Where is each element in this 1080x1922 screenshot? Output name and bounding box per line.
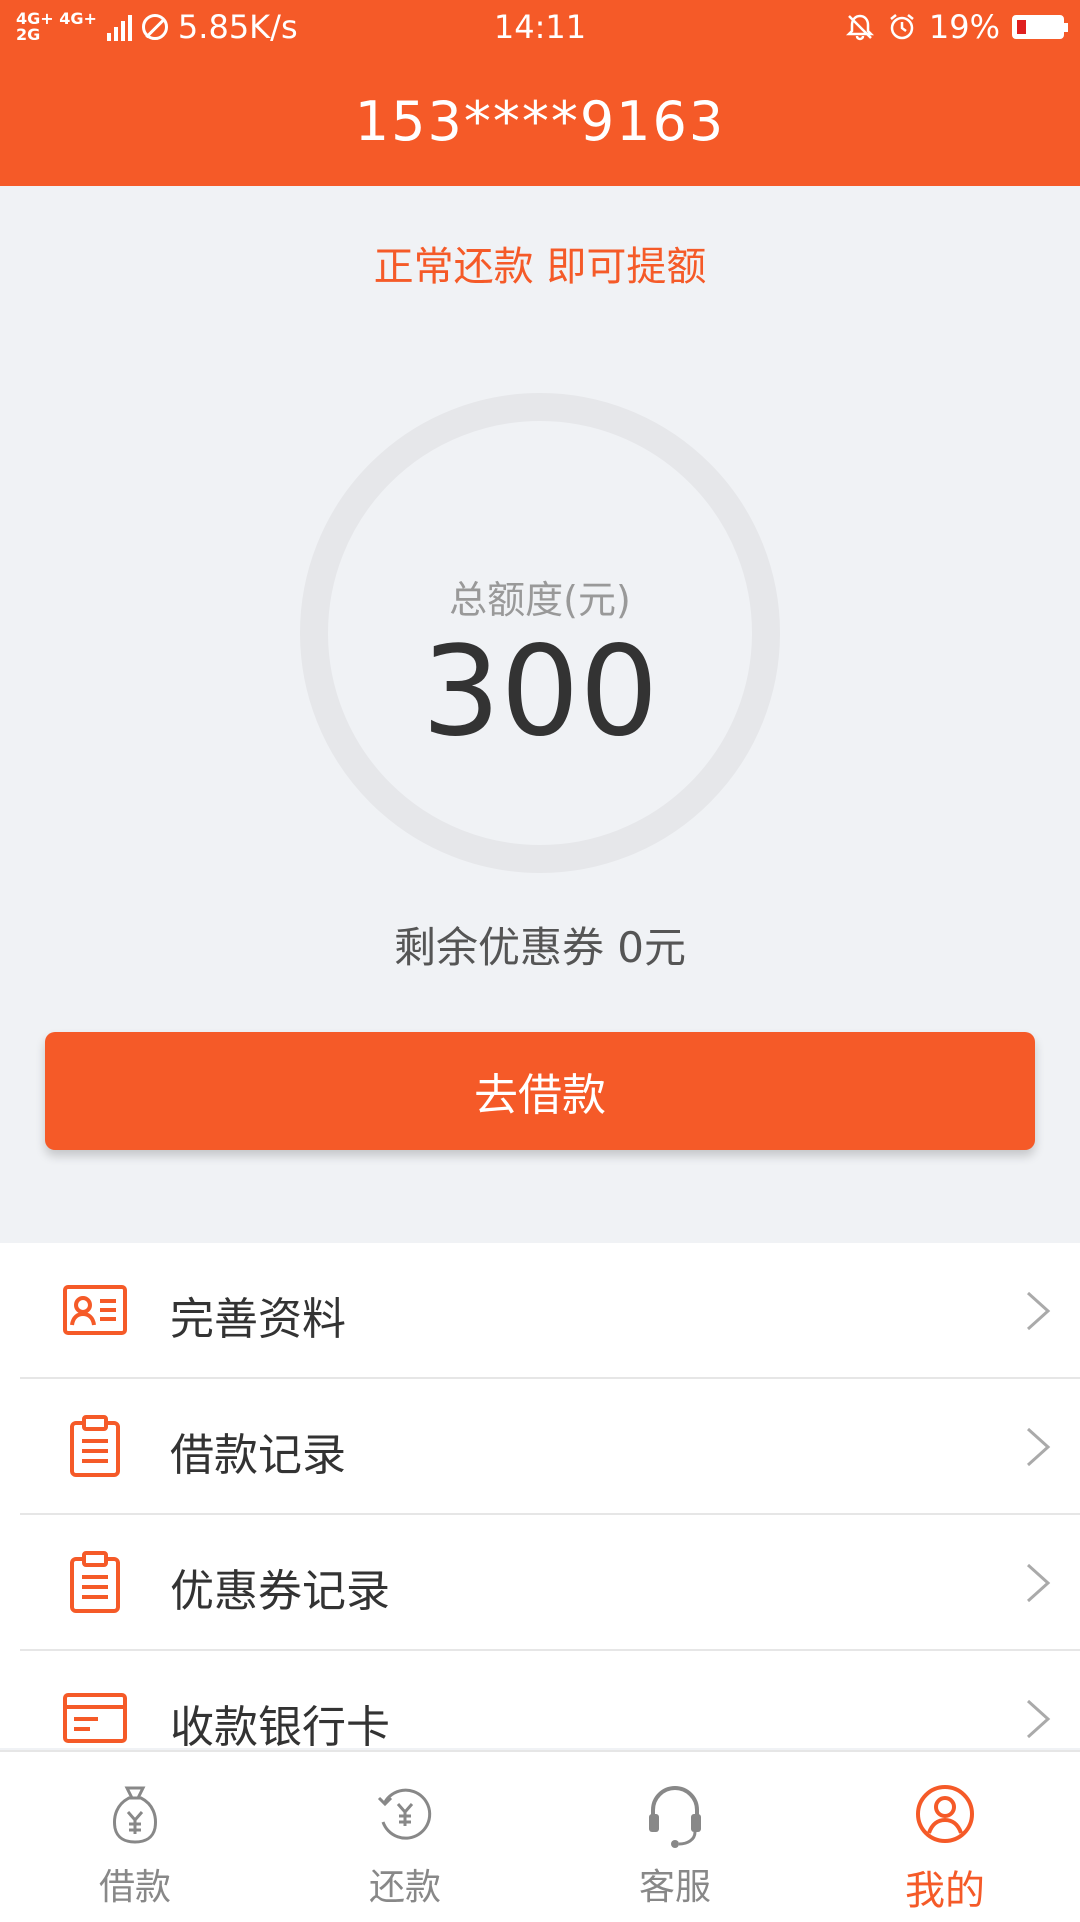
repay-icon xyxy=(377,1788,432,1840)
credit-amount: 300 xyxy=(421,620,659,764)
tab-profile[interactable]: 我的 xyxy=(810,1752,1080,1922)
status-bar: 4G+ 4G+ 2G 5.85K/s 14:11 19% xyxy=(0,0,1080,56)
credit-ring: 总额度(元) 300 xyxy=(300,393,780,873)
headset-icon xyxy=(649,1786,701,1848)
page-title: 153****9163 xyxy=(354,90,726,153)
status-right: 19% xyxy=(845,8,1068,46)
id-card-icon xyxy=(63,1285,127,1335)
menu-list: 完善资料 借款记录 优惠券记录 收款银行卡 xyxy=(0,1243,1080,1748)
tab-label: 还款 xyxy=(368,1867,441,1908)
menu-item-label: 收款银行卡 xyxy=(170,1702,390,1748)
chevron-right-icon xyxy=(1026,1699,1051,1739)
bell-muted-icon xyxy=(845,14,874,41)
chevron-right-icon xyxy=(1026,1563,1051,1603)
coupon-balance: 剩余优惠券 0元 xyxy=(393,923,687,972)
clipboard-icon xyxy=(70,1551,120,1613)
tab-label: 借款 xyxy=(98,1867,171,1908)
alarm-icon xyxy=(890,14,914,40)
bottom-tab-bar: 借款 还款 客服 我的 xyxy=(0,1750,1080,1922)
bank-card-icon xyxy=(63,1693,127,1743)
menu-item-label: 优惠券记录 xyxy=(170,1566,390,1617)
user-icon xyxy=(916,1785,974,1843)
tab-label: 我的 xyxy=(905,1868,985,1914)
battery-percent: 19% xyxy=(928,8,1000,46)
tab-label: 客服 xyxy=(638,1867,711,1908)
credit-label: 总额度(元) xyxy=(449,578,631,622)
clipboard-icon xyxy=(70,1415,120,1477)
menu-item-profile[interactable]: 完善资料 xyxy=(20,1243,1080,1379)
tab-repay[interactable]: 还款 xyxy=(270,1752,540,1922)
promo-text: 正常还款 即可提额 xyxy=(373,244,707,290)
chevron-right-icon xyxy=(1026,1291,1051,1331)
tab-service[interactable]: 客服 xyxy=(540,1752,810,1922)
app-header: 153****9163 xyxy=(0,56,1080,186)
battery-icon xyxy=(1012,15,1068,39)
tab-borrow[interactable]: 借款 xyxy=(0,1752,270,1922)
menu-item-coupon-records[interactable]: 优惠券记录 xyxy=(20,1515,1080,1651)
money-bag-icon xyxy=(113,1786,157,1844)
menu-item-label: 完善资料 xyxy=(170,1294,346,1345)
menu-item-loan-records[interactable]: 借款记录 xyxy=(20,1379,1080,1515)
borrow-button[interactable]: 去借款 xyxy=(45,1032,1035,1150)
menu-item-label: 借款记录 xyxy=(170,1430,346,1481)
menu-item-bank-card[interactable]: 收款银行卡 xyxy=(20,1651,1080,1748)
chevron-right-icon xyxy=(1026,1427,1051,1467)
